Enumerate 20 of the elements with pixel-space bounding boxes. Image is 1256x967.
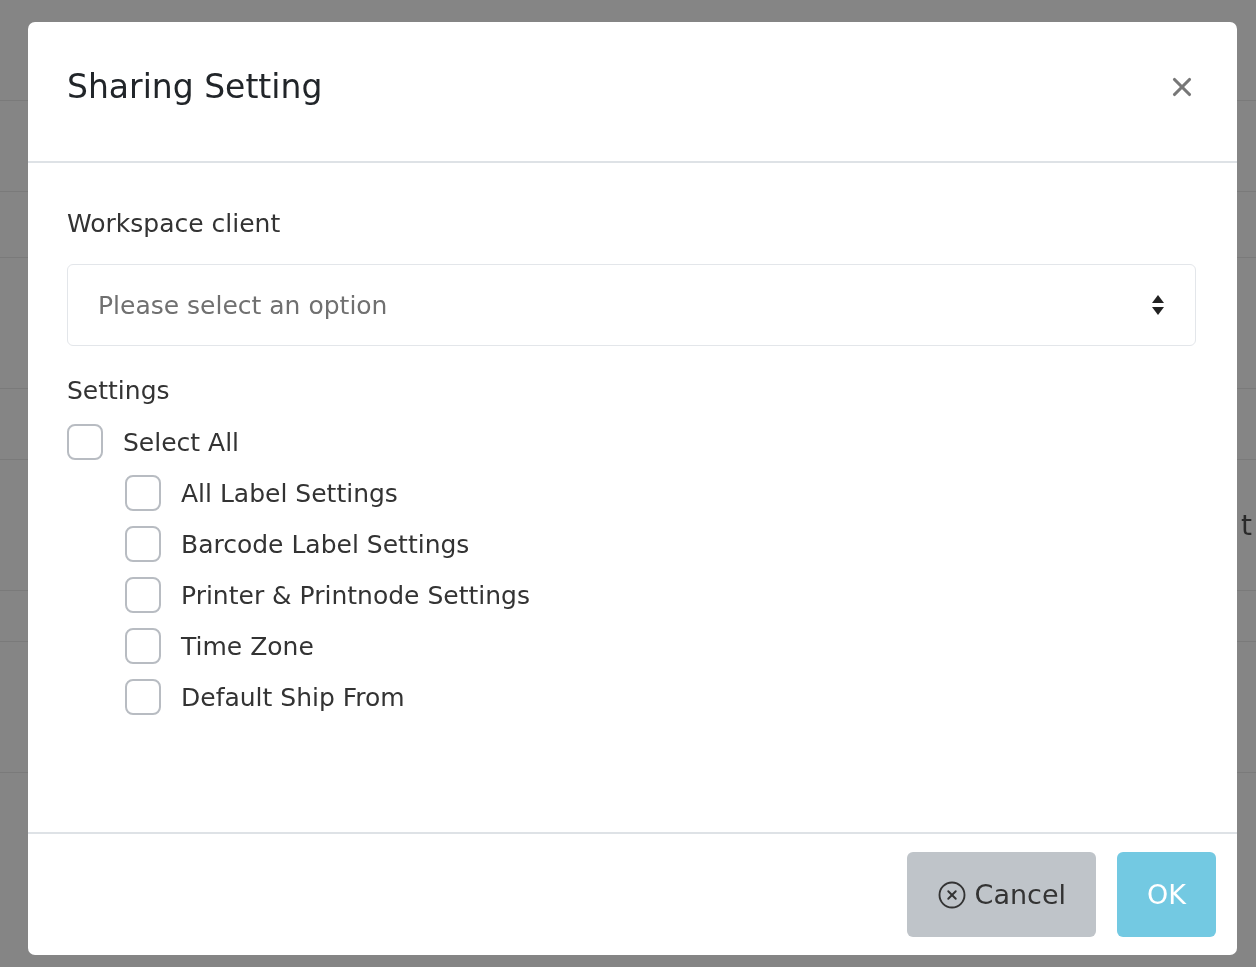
checkbox-label: Select All: [123, 427, 240, 457]
checkbox-label: Default Ship From: [181, 682, 405, 712]
dialog-title: Sharing Setting: [67, 67, 323, 106]
checkbox[interactable]: [67, 424, 103, 460]
checkbox-label: Printer & Printnode Settings: [181, 580, 530, 610]
checkbox-label: Time Zone: [181, 631, 314, 661]
checkbox-label: All Label Settings: [181, 478, 398, 508]
circle-x-icon: [936, 879, 967, 910]
checkbox[interactable]: [125, 526, 161, 562]
section-label: Settings: [67, 376, 171, 405]
checkbox-label: Barcode Label Settings: [181, 529, 470, 559]
checkbox[interactable]: [125, 475, 161, 511]
checkbox[interactable]: [125, 679, 161, 715]
background-text: t: [1241, 508, 1252, 542]
select-field[interactable]: Please select an option: [67, 264, 1196, 346]
checkbox[interactable]: [125, 577, 161, 613]
checkbox[interactable]: [125, 628, 161, 664]
cancel-button[interactable]: Cancel: [906, 852, 1097, 937]
sort-caret-icon: [1151, 294, 1165, 316]
field-label: Workspace client: [67, 209, 282, 238]
